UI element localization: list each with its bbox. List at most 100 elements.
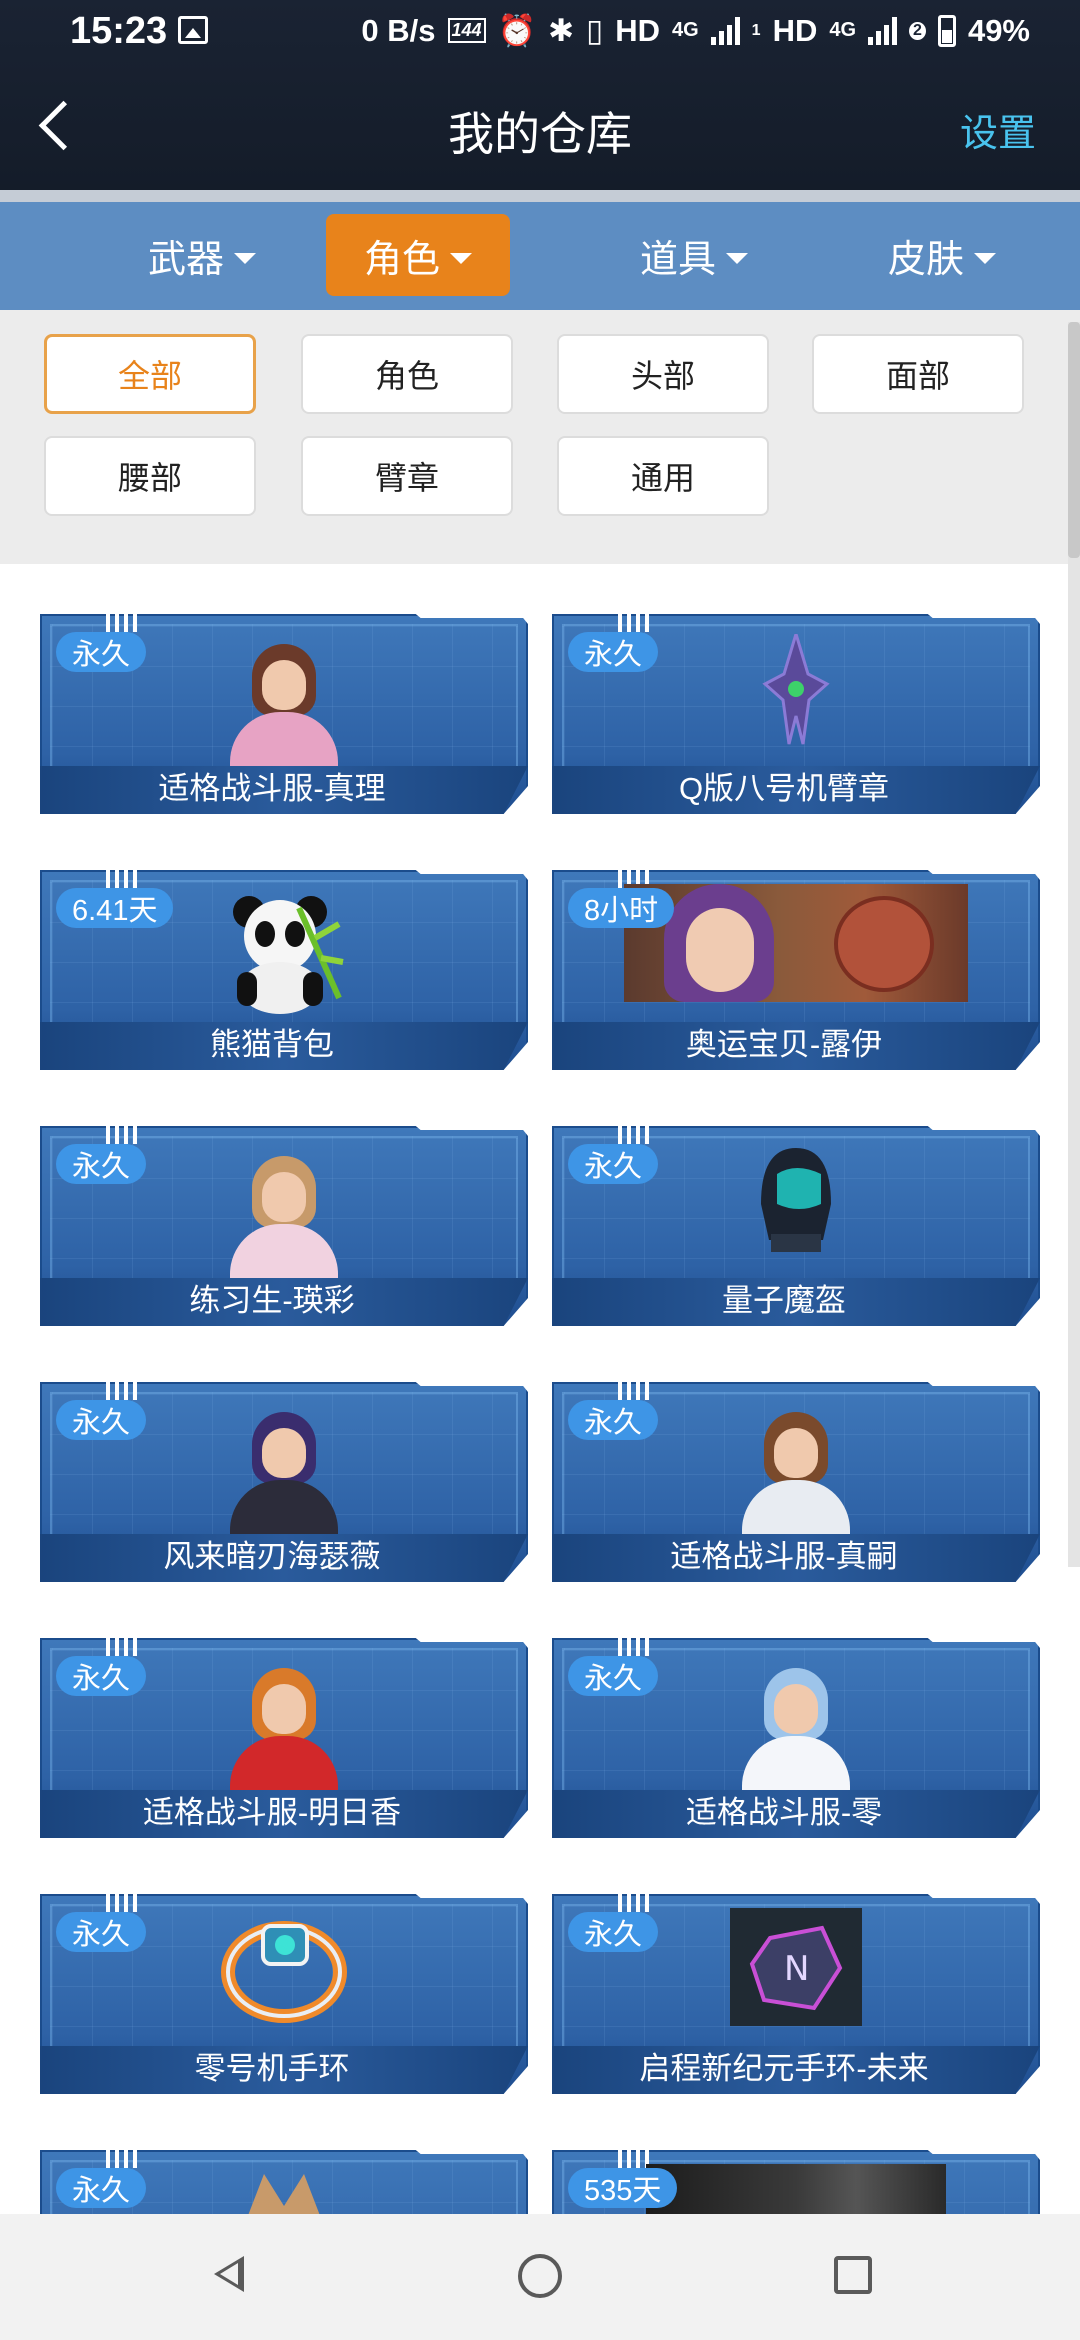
svg-text:N: N	[784, 1949, 809, 1989]
item-card[interactable]: 永久 Q版八号机臂章	[552, 614, 1040, 814]
battery-percent: 49%	[967, 12, 1030, 48]
card-tab-marks	[106, 1894, 140, 1912]
item-thumbnail	[234, 2166, 334, 2214]
item-thumbnail	[736, 1666, 856, 1792]
tab-weapons-label: 武器	[147, 238, 224, 281]
duration-badge: 8小时	[568, 888, 675, 928]
item-card[interactable]: 535天	[552, 2150, 1040, 2214]
duration-badge: 永久	[56, 1400, 147, 1440]
scrollbar-thumb[interactable]	[1068, 322, 1080, 558]
item-thumbnail	[646, 2164, 946, 2214]
tab-characters[interactable]: 角色	[326, 214, 510, 296]
filter-armband[interactable]: 臂章	[301, 436, 513, 516]
header-divider	[0, 190, 1080, 202]
item-name: 零号机手环	[194, 2051, 350, 2086]
filter-character[interactable]: 角色	[301, 334, 513, 414]
filter-panel: 全部 角色 头部 面部 腰部 臂章 通用	[0, 310, 1080, 564]
hd-label-2: HD	[772, 12, 818, 48]
item-name: 适格战斗服-真理	[158, 771, 386, 806]
duration-badge: 永久	[56, 1912, 147, 1952]
card-tab-marks	[618, 1638, 652, 1656]
status-time: 15:23	[70, 10, 168, 52]
panda-backpack-icon	[219, 888, 349, 1018]
duration-badge: 永久	[56, 2168, 147, 2208]
item-card[interactable]: 永久 量子魔盔	[552, 1126, 1040, 1326]
nav-home-icon[interactable]	[518, 2254, 562, 2298]
gallery-icon	[178, 16, 208, 44]
item-thumbnail	[224, 642, 344, 768]
item-card[interactable]: 8小时 奥运宝贝-露伊	[552, 870, 1040, 1070]
item-name: 量子魔盔	[722, 1283, 846, 1318]
status-bar: 15:23 0 B/s 144 ⏰ ✱ ▯ HD 4G 1 HD 4G 2 49…	[0, 0, 1080, 64]
item-thumbnail: N	[730, 1908, 862, 2026]
item-card[interactable]: N 永久 启程新纪元手环-未来	[552, 1894, 1040, 2094]
sim-indicator-2: 2	[909, 21, 926, 40]
item-card[interactable]: 永久 适格战斗服-真理	[40, 614, 528, 814]
item-name: 适格战斗服-明日香	[142, 1795, 402, 1830]
item-card[interactable]: 永久 风来暗刃海瑟薇	[40, 1382, 528, 1582]
alarm-icon: ⏰	[497, 13, 537, 48]
item-card[interactable]: 永久 练习生-瑛彩	[40, 1126, 528, 1326]
settings-link[interactable]: 设置	[960, 102, 1036, 157]
network-type-2: 4G	[829, 19, 857, 41]
top-bar: 15:23 0 B/s 144 ⏰ ✱ ▯ HD 4G 1 HD 4G 2 49…	[0, 0, 1080, 190]
refresh-rate-icon: 144	[447, 18, 486, 43]
duration-badge: 永久	[568, 632, 659, 672]
filter-waist[interactable]: 腰部	[44, 436, 256, 516]
duration-badge: 永久	[56, 1656, 147, 1696]
item-card[interactable]: 永久 适格战斗服-真嗣	[552, 1382, 1040, 1582]
filter-head[interactable]: 头部	[557, 334, 769, 414]
filter-face[interactable]: 面部	[812, 334, 1024, 414]
duration-badge: 永久	[568, 1144, 659, 1184]
item-card[interactable]: 永久 适格战斗服-零	[552, 1638, 1040, 1838]
item-thumbnail	[761, 628, 831, 754]
category-tab-bar: 武器 角色 道具 皮肤	[0, 202, 1080, 310]
item-card[interactable]: 永久 适格战斗服-明日香	[40, 1638, 528, 1838]
status-indicators: 0 B/s 144 ⏰ ✱ ▯ HD 4G 1 HD 4G 2 49%	[361, 12, 1030, 49]
item-name: 熊猫背包	[210, 1027, 334, 1062]
helmet-icon	[751, 1144, 841, 1254]
filter-general[interactable]: 通用	[557, 436, 769, 516]
card-tab-marks	[106, 870, 140, 888]
chevron-down-icon	[726, 252, 748, 264]
item-thumbnail	[224, 1410, 344, 1536]
system-nav-bar	[0, 2214, 1080, 2340]
item-card[interactable]: 永久	[40, 2150, 528, 2214]
item-name: 适格战斗服-零	[685, 1795, 883, 1830]
card-tab-marks	[106, 1638, 140, 1656]
page-title: 我的仓库	[448, 108, 632, 160]
card-tab-marks	[106, 614, 140, 632]
item-thumbnail	[736, 1410, 856, 1536]
nav-recents-icon[interactable]	[834, 2256, 872, 2294]
item-name: 适格战斗服-真嗣	[670, 1539, 898, 1574]
signal-icon-2	[868, 16, 898, 45]
card-tab-marks	[618, 614, 652, 632]
item-card[interactable]: 6.41天 熊猫背包	[40, 870, 528, 1070]
hd-label-1: HD	[615, 12, 660, 48]
net-speed: 0 B/s	[361, 12, 436, 48]
chevron-down-icon	[450, 252, 472, 264]
tab-skins[interactable]: 皮肤	[850, 214, 1034, 296]
nav-back-icon[interactable]	[210, 2254, 250, 2294]
chevron-down-icon	[234, 252, 256, 264]
item-name: 风来暗刃海瑟薇	[163, 1539, 381, 1574]
card-tab-marks	[618, 1382, 652, 1400]
bluetooth-icon: ✱	[548, 12, 575, 48]
battery-icon	[937, 14, 956, 47]
item-name: Q版八号机臂章	[678, 771, 890, 806]
card-tab-marks	[618, 1894, 652, 1912]
duration-badge: 535天	[568, 2168, 678, 2208]
chevron-down-icon	[974, 252, 996, 264]
item-grid: 永久 适格战斗服-真理 永久 Q版八号机臂章 6.41天 熊猫背包 8小时 奥运…	[0, 564, 1080, 2214]
item-name: 启程新纪元手环-未来	[639, 2051, 929, 2086]
signal-icon-1	[710, 16, 740, 45]
card-tab-marks	[618, 1126, 652, 1144]
filter-all[interactable]: 全部	[44, 334, 256, 414]
duration-badge: 永久	[568, 1912, 659, 1952]
card-tab-marks	[106, 2150, 140, 2168]
tab-props[interactable]: 道具	[602, 214, 786, 296]
tab-skins-label: 皮肤	[887, 238, 964, 281]
tab-weapons[interactable]: 武器	[110, 214, 294, 296]
item-card[interactable]: 永久 零号机手环	[40, 1894, 528, 2094]
item-thumbnail	[624, 884, 968, 1002]
